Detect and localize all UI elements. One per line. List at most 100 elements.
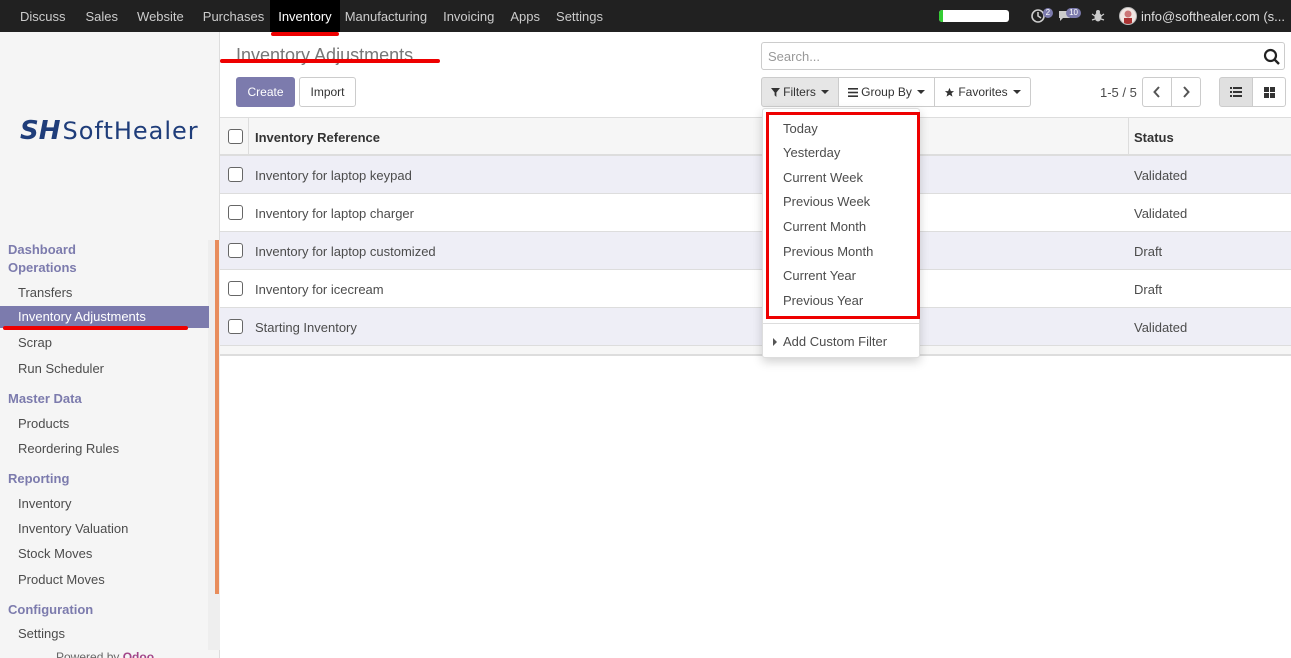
sidebar-item-products[interactable]: Products — [18, 416, 69, 431]
sidebar-item-inventory-valuation[interactable]: Inventory Valuation — [18, 521, 128, 536]
import-button[interactable]: Import — [299, 77, 356, 107]
caret-down-icon — [820, 90, 829, 94]
top-navbar: Discuss Sales Website Purchases Inventor… — [0, 0, 1291, 36]
star-icon — [945, 87, 955, 97]
powered-by-link[interactable]: Odoo — [123, 650, 154, 658]
row-checkbox[interactable] — [228, 243, 243, 258]
pager-previous-button[interactable] — [1142, 77, 1172, 107]
menu-purchases[interactable]: Purchases — [198, 0, 269, 32]
search-icon[interactable] — [1263, 48, 1281, 66]
column-divider — [248, 118, 249, 154]
filter-previous-week[interactable]: Previous Week — [783, 194, 870, 209]
filters-button[interactable]: Filters — [761, 77, 839, 107]
sidebar-section-master-data: Master Data — [8, 391, 82, 406]
row-checkbox[interactable] — [228, 205, 243, 220]
main-content: Inventory Adjustments Create Import Filt… — [220, 32, 1291, 658]
avatar[interactable] — [1119, 7, 1138, 25]
favorites-button[interactable]: Favorites — [934, 77, 1031, 107]
menu-apps[interactable]: Apps — [505, 0, 545, 32]
chevron-left-icon — [1153, 86, 1160, 98]
column-header-reference[interactable]: Inventory Reference — [255, 130, 380, 145]
filter-current-week[interactable]: Current Week — [783, 170, 863, 185]
activity-icon[interactable]: 2 — [1027, 6, 1054, 26]
table-footer — [220, 346, 1291, 356]
bug-icon[interactable] — [1087, 6, 1109, 26]
logo-mark: SH — [20, 116, 61, 146]
progress-fill — [939, 10, 943, 22]
sidebar-scrollbar-thumb[interactable] — [215, 240, 219, 594]
menu-sales[interactable]: Sales — [81, 0, 124, 32]
filters-dropdown: Today Yesterday Current Week Previous We… — [762, 108, 920, 358]
filter-current-month[interactable]: Current Month — [783, 219, 866, 234]
sidebar-item-inventory-adjustments[interactable]: Inventory Adjustments — [0, 306, 209, 328]
sidebar: SH SoftHealer Dashboard Operations Trans… — [0, 32, 220, 658]
menu-discuss[interactable]: Discuss — [15, 0, 71, 32]
group-by-label: Group By — [861, 85, 912, 99]
filter-current-year[interactable]: Current Year — [783, 268, 856, 283]
caret-right-icon — [773, 337, 777, 346]
list-icon — [1230, 87, 1242, 97]
highlight-box — [766, 112, 920, 319]
sidebar-item-inventory-report[interactable]: Inventory — [18, 496, 71, 511]
sidebar-section-dashboard[interactable]: Dashboard — [8, 242, 76, 257]
row-reference: Starting Inventory — [255, 320, 357, 335]
group-by-button[interactable]: Group By — [838, 77, 935, 107]
select-all-checkbox[interactable] — [228, 129, 243, 144]
highlight-underline — [3, 326, 188, 330]
table-row[interactable]: Inventory for laptop customized Draft — [220, 232, 1291, 270]
caret-down-icon — [1012, 90, 1021, 94]
menu-inventory[interactable]: Inventory — [270, 0, 340, 36]
table-row[interactable]: Inventory for laptop charger Validated — [220, 194, 1291, 232]
sidebar-item-settings[interactable]: Settings — [18, 626, 65, 641]
menu-settings[interactable]: Settings — [551, 0, 608, 32]
table-row[interactable]: Starting Inventory Validated — [220, 308, 1291, 346]
table-row[interactable]: Inventory for icecream Draft — [220, 270, 1291, 308]
row-checkbox[interactable] — [228, 167, 243, 182]
table-header: Inventory Reference Status — [220, 118, 1291, 156]
filter-previous-year[interactable]: Previous Year — [783, 293, 863, 308]
kanban-view-button[interactable] — [1252, 77, 1286, 107]
progress-bar — [939, 10, 1010, 22]
menu-website[interactable]: Website — [132, 0, 189, 32]
sidebar-section-configuration: Configuration — [8, 602, 94, 617]
row-status: Validated — [1134, 168, 1188, 183]
chevron-right-icon — [1183, 86, 1190, 98]
filter-previous-month[interactable]: Previous Month — [783, 244, 873, 259]
sidebar-section-operations[interactable]: Operations — [8, 260, 77, 275]
sidebar-item-scrap[interactable]: Scrap — [18, 335, 52, 350]
menu-manufacturing[interactable]: Manufacturing — [340, 0, 432, 32]
row-checkbox[interactable] — [228, 281, 243, 296]
list-view-button[interactable] — [1219, 77, 1253, 107]
filter-icon — [771, 87, 781, 97]
sidebar-item-transfers[interactable]: Transfers — [18, 285, 72, 300]
company-logo: SH SoftHealer — [20, 116, 199, 146]
filter-yesterday[interactable]: Yesterday — [783, 145, 840, 160]
menu-invoicing[interactable]: Invoicing — [438, 0, 499, 32]
messages-icon[interactable]: 10 — [1055, 6, 1082, 26]
sidebar-item-run-scheduler[interactable]: Run Scheduler — [18, 361, 104, 376]
search-box — [761, 42, 1285, 70]
create-button[interactable]: Create — [236, 77, 295, 107]
filter-today[interactable]: Today — [783, 121, 818, 136]
pager-value[interactable]: 1-5 / 5 — [1100, 85, 1137, 100]
sidebar-item-stock-moves[interactable]: Stock Moves — [18, 546, 92, 561]
systray: 2 10 info@softhealer.com (s... — [939, 0, 1291, 32]
sidebar-scrollbar[interactable] — [208, 240, 220, 650]
table-row[interactable]: Inventory for laptop keypad Validated — [220, 156, 1291, 194]
dropdown-divider — [763, 323, 919, 324]
column-header-status[interactable]: Status — [1134, 130, 1174, 145]
row-reference: Inventory for laptop charger — [255, 206, 414, 221]
app-menu: Discuss Sales Website Purchases Inventor… — [0, 0, 608, 36]
row-status: Draft — [1134, 244, 1163, 259]
highlight-underline — [220, 59, 440, 63]
user-menu[interactable]: info@softhealer.com (s... — [1141, 9, 1291, 24]
powered-by-label: Powered by — [56, 650, 120, 658]
add-custom-filter[interactable]: Add Custom Filter — [773, 334, 887, 349]
sidebar-item-product-moves[interactable]: Product Moves — [18, 572, 105, 587]
sidebar-item-reordering-rules[interactable]: Reordering Rules — [18, 441, 119, 456]
pager-next-button[interactable] — [1171, 77, 1201, 107]
search-input[interactable] — [762, 43, 1252, 69]
column-divider — [1128, 118, 1129, 154]
row-checkbox[interactable] — [228, 319, 243, 334]
caret-down-icon — [916, 90, 925, 94]
